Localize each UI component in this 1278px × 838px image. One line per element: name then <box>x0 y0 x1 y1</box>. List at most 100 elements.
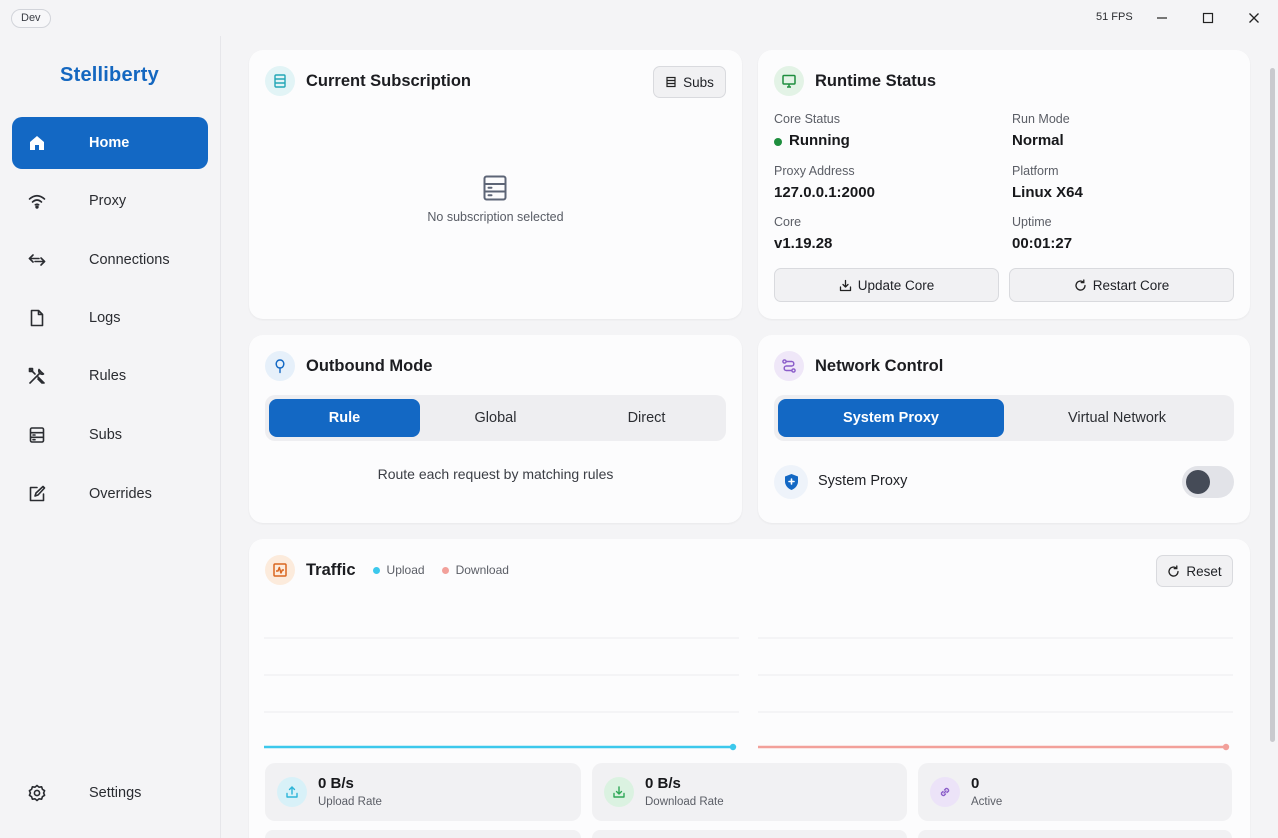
active-label: Active <box>971 796 1003 808</box>
proxy-address-label: Proxy Address <box>774 164 855 178</box>
system-proxy-toggle[interactable] <box>1182 466 1234 498</box>
network-mode-selector: System Proxy Virtual Network <box>774 395 1234 441</box>
refresh-icon <box>1168 564 1180 577</box>
sidebar-item-label: Connections <box>89 252 170 268</box>
sidebar-item-home[interactable]: Home <box>12 117 208 169</box>
runtime-status-card: Runtime Status Core Status Running Run M… <box>758 50 1250 319</box>
route-icon <box>774 351 804 381</box>
sidebar-item-connections[interactable]: Connections <box>12 234 208 286</box>
empty-subscription-text: No subscription selected <box>427 210 564 224</box>
refresh-icon <box>1075 278 1086 291</box>
toggle-thumb <box>1186 470 1210 494</box>
upload-series-endpoint <box>729 743 737 751</box>
sidebar-item-rules[interactable]: Rules <box>12 350 208 402</box>
upload-icon <box>277 777 307 807</box>
upload-chart-grid <box>264 637 739 713</box>
sidebar-item-label: Overrides <box>89 486 152 502</box>
gear-icon <box>26 782 48 804</box>
outbound-mode-selector: Rule Global Direct <box>265 395 726 441</box>
reset-button[interactable]: Reset <box>1156 555 1233 587</box>
reset-button-label: Reset <box>1186 563 1222 579</box>
server-list-icon <box>666 76 676 88</box>
card-title: Runtime Status <box>815 71 937 90</box>
upload-legend-label: Upload <box>386 563 425 577</box>
dev-badge: Dev <box>11 9 51 28</box>
sidebar-item-logs[interactable]: Logs <box>12 292 208 344</box>
app-brand: Stelliberty <box>60 64 159 86</box>
tree-icon <box>265 351 295 381</box>
shield-icon <box>774 465 808 499</box>
network-control-card: Network Control System Proxy Virtual Net… <box>758 335 1250 523</box>
outbound-option-rule[interactable]: Rule <box>269 399 420 437</box>
restart-core-label: Restart Core <box>1092 277 1170 293</box>
download-rate-label: Download Rate <box>645 796 724 808</box>
sidebar-item-subs[interactable]: Subs <box>12 409 208 461</box>
server-list-icon <box>265 66 295 96</box>
empty-subscription-icon <box>483 175 507 206</box>
outbound-option-direct[interactable]: Direct <box>571 399 722 437</box>
maximize-button[interactable] <box>1197 8 1219 28</box>
tools-icon <box>26 365 48 387</box>
active-value: 0 <box>971 775 980 792</box>
platform-value: Linux X64 <box>1012 184 1083 201</box>
uptime-value: 00:01:27 <box>1012 235 1073 252</box>
minimize-icon <box>1157 17 1167 19</box>
update-core-button[interactable]: Update Core <box>774 268 999 302</box>
proxy-address-value: 127.0.0.1:2000 <box>774 184 875 201</box>
card-title: Network Control <box>815 356 944 375</box>
download-icon <box>604 777 634 807</box>
main-scrollbar[interactable] <box>1270 68 1275 742</box>
close-icon <box>1249 13 1259 23</box>
title-bar: Dev 51 FPS <box>0 0 1278 36</box>
maximize-icon <box>1202 12 1214 24</box>
update-core-label: Update Core <box>857 277 935 293</box>
run-mode-label: Run Mode <box>1012 112 1070 126</box>
download-legend-label: Download <box>455 563 509 577</box>
core-status-label: Core Status <box>774 112 841 126</box>
outbound-mode-description: Route each request by matching rules <box>377 466 614 482</box>
link-icon <box>930 777 960 807</box>
minimize-button[interactable] <box>1151 8 1173 28</box>
traffic-card: Traffic Upload Download Reset 0 B/s Uplo… <box>249 539 1250 838</box>
sidebar-item-settings[interactable]: Settings <box>12 767 208 819</box>
home-icon <box>26 132 48 154</box>
sidebar-item-proxy[interactable]: Proxy <box>12 175 208 227</box>
stat-tile-partial <box>918 830 1232 838</box>
restart-core-button[interactable]: Restart Core <box>1009 268 1234 302</box>
fps-counter: 51 FPS <box>1096 11 1133 23</box>
subs-button[interactable]: Subs <box>653 66 726 98</box>
uptime-label: Uptime <box>1012 215 1052 229</box>
stat-tile-partial <box>265 830 581 838</box>
subs-button-label: Subs <box>683 74 714 90</box>
upload-rate-stat: 0 B/s Upload Rate <box>265 763 581 821</box>
card-title: Outbound Mode <box>306 356 433 375</box>
activity-chart-icon <box>265 555 295 585</box>
upload-legend-dot <box>372 566 380 574</box>
sidebar-item-label: Settings <box>89 785 142 801</box>
run-mode-value: Normal <box>1012 132 1064 149</box>
platform-label: Platform <box>1012 164 1059 178</box>
download-chart-grid <box>758 637 1233 713</box>
close-button[interactable] <box>1243 8 1265 28</box>
outbound-option-global[interactable]: Global <box>420 399 571 437</box>
sidebar-item-label: Home <box>89 135 130 151</box>
edit-square-icon <box>26 483 48 505</box>
wifi-icon <box>26 190 48 212</box>
network-option-system-proxy[interactable]: System Proxy <box>778 399 1004 437</box>
stat-tile-partial <box>592 830 907 838</box>
card-title: Current Subscription <box>306 71 472 90</box>
sidebar-item-label: Subs <box>89 427 123 443</box>
monitor-icon <box>774 66 804 96</box>
download-rate-stat: 0 B/s Download Rate <box>592 763 907 821</box>
status-dot <box>774 138 782 146</box>
download-series-endpoint <box>1222 743 1230 751</box>
network-option-virtual-network[interactable]: Virtual Network <box>1004 399 1230 437</box>
sidebar-item-label: Rules <box>89 368 127 384</box>
card-title: Traffic <box>306 560 356 579</box>
outbound-mode-card: Outbound Mode Rule Global Direct Route e… <box>249 335 742 523</box>
sidebar-item-overrides[interactable]: Overrides <box>12 468 208 520</box>
document-icon <box>26 307 48 329</box>
core-status-value: Running <box>789 132 850 149</box>
current-subscription-card: Current Subscription Subs No subscriptio… <box>249 50 742 319</box>
upload-rate-label: Upload Rate <box>318 796 382 808</box>
